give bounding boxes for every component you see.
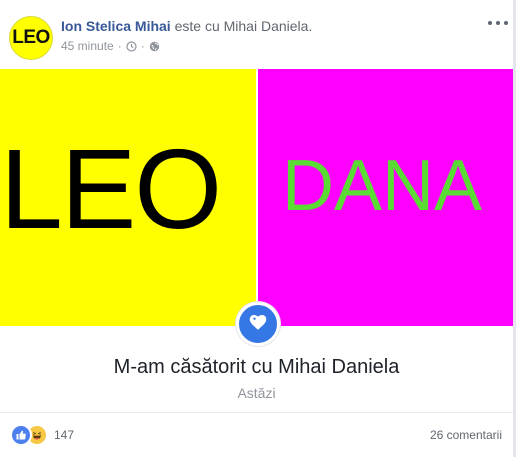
post-meta: 45 minute · · [61,39,160,53]
meta-separator-2: · [140,39,145,53]
image-panel-dana: DANA [258,69,513,326]
life-event-badge [236,302,280,346]
author-link[interactable]: Ion Stelica Mihai [61,18,171,34]
clock-icon [126,40,137,52]
avatar-text: LEO [12,27,50,48]
image-text-leo: LEO [0,126,222,252]
globe-icon[interactable] [149,41,160,52]
more-options-icon[interactable] [488,16,508,30]
image-panel-leo: LEO [0,69,256,326]
post-header: Ion Stelica Mihai este cu Mihai Daniela. [61,18,312,34]
tag-phrase: este cu [174,18,220,34]
post-image[interactable]: LEO DANA [0,69,513,326]
image-text-dana: DANA [282,146,483,226]
meta-separator: · [117,39,122,53]
heart-icon [247,311,269,338]
reactions-summary[interactable]: 147 [10,424,74,446]
life-event-title[interactable]: M-am căsătorit cu Mihai Daniela [0,356,513,379]
comments-count-link[interactable]: 26 comentarii [430,428,502,442]
post-time[interactable]: 45 minute [61,39,114,53]
avatar[interactable]: LEO [9,16,53,60]
life-event-date: Astăzi [237,385,276,401]
tagged-person-link[interactable]: Mihai Daniela. [224,18,313,34]
like-icon [10,424,32,446]
footer-divider [0,412,513,413]
post-card: LEO Ion Stelica Mihai este cu Mihai Dani… [0,0,516,457]
reaction-count: 147 [54,428,75,442]
